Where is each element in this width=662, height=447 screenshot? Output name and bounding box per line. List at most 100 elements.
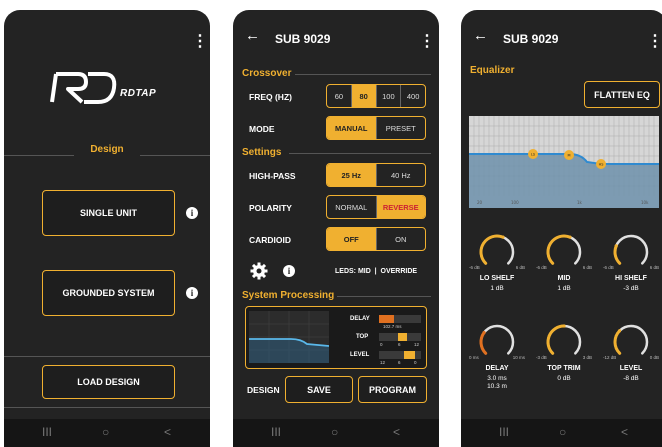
back-arrow-icon[interactable]: ← [245,28,260,43]
freq-option-selected[interactable]: 80 [351,85,377,107]
highpass-25-option[interactable]: 25 Hz [327,164,377,186]
mid-knob[interactable]: -6 dB 6 dB MID 1 dB [536,230,592,300]
design-section-title: Design [90,144,124,155]
hi-shelf-marker-label: HS [599,163,605,167]
level-knob[interactable]: -12 dB 0 dB LEVEL -8 dB [603,320,659,390]
divider [295,74,431,75]
save-button[interactable]: SAVE [285,376,353,403]
recents-icon[interactable]: III [271,425,281,439]
equalizer-section-title: Equalizer [470,65,515,76]
rdtap-logo-mark [50,72,117,104]
grounded-system-button[interactable]: GROUNDED SYSTEM [42,270,175,316]
settings-screen: ← SUB 9029 ⋮ Crossover FREQ (HZ) 60 80 1… [233,10,439,447]
lo-shelf-value: 1 dB [490,285,504,292]
polarity-normal-option[interactable]: NORMAL [327,196,377,218]
knob-max: 0 dB [649,355,659,360]
crossover-section-title: Crossover [242,68,292,79]
delay-knob[interactable]: 0 ms 10 ms DELAY 3.0 ms 10.3 m [469,320,525,390]
top-trim-knob[interactable]: -3 dB 3 dB TOP TRIM 0 dB [536,320,592,390]
back-nav-icon[interactable]: < [621,425,628,439]
freq-option[interactable]: 400 [401,85,425,107]
design-screen: ⋮ RDTAP Design SINGLE UNIT i GROUNDED SY… [4,10,210,447]
freq-option[interactable]: 60 [327,85,352,107]
delay-meter [379,315,421,323]
level-label: LEVEL [619,365,643,372]
highpass-40-option[interactable]: 40 Hz [377,164,426,186]
highpass-label: HIGH-PASS [249,171,296,181]
lo-shelf-label: LO SHELF [479,275,515,282]
lo-shelf-knob[interactable]: -6 dB 6 dB LO SHELF 1 dB [469,230,525,300]
polarity-selector: NORMAL REVERSE [326,195,426,219]
processing-panel: DELAY 102.7 ms TOP 0 6 12 LEVEL 12 6 0 [245,306,427,369]
cardioid-on-option[interactable]: ON [377,228,426,250]
highpass-selector: 25 Hz 40 Hz [326,163,426,187]
load-design-button[interactable]: LOAD DESIGN [42,365,175,399]
knob-min: 0 ms [469,355,479,360]
top-scale-max: 12 [414,342,420,347]
knob-max: 6 dB [649,265,659,270]
divider [140,155,210,156]
home-icon[interactable]: ○ [331,425,338,439]
level-label: LEVEL [350,352,370,358]
gear-icon[interactable] [250,262,268,280]
home-icon[interactable]: ○ [559,425,566,439]
mode-manual-option[interactable]: MANUAL [327,117,377,139]
delay-value: 3.0 ms [487,375,507,382]
mode-label: MODE [249,124,275,134]
android-nav-bar: III ○ < [4,419,210,447]
more-menu-icon[interactable]: ⋮ [647,34,662,50]
cardioid-off-option[interactable]: OFF [327,228,377,250]
info-icon[interactable]: i [186,287,198,299]
cardioid-label: CARDIOID [249,235,292,245]
top-label: TOP [356,334,369,340]
back-arrow-icon[interactable]: ← [473,28,488,43]
divider [4,356,210,357]
design-label: DESIGN [247,385,280,395]
hi-shelf-knob[interactable]: -6 dB 6 dB HI SHELF -3 dB [603,230,659,300]
processing-graph [249,311,329,363]
cardioid-selector: OFF ON [326,227,426,251]
single-unit-button[interactable]: SINGLE UNIT [42,190,175,236]
info-icon[interactable]: i [186,207,198,219]
hi-shelf-label: HI SHELF [615,275,647,282]
knob-max: 6 dB [582,265,592,270]
knob-max: 3 dB [582,355,592,360]
mid-label: MID [557,275,571,282]
knob-min: -3 dB [536,355,547,360]
back-nav-icon[interactable]: < [164,425,171,439]
mode-preset-option[interactable]: PRESET [377,117,426,139]
back-nav-icon[interactable]: < [393,425,400,439]
eq-graph: LS M HS 20 100 1k 10k [469,116,659,208]
divider [4,407,210,408]
logo-text: RDTAP [120,88,157,99]
hi-shelf-value: -3 dB [623,285,639,292]
app-header: ← SUB 9029 ⋮ [233,10,439,58]
home-icon[interactable]: ○ [102,425,109,439]
recents-icon[interactable]: III [42,425,52,439]
axis-tick: 10k [641,200,649,205]
knob-min: -12 dB [603,355,617,360]
polarity-label: POLARITY [249,203,292,213]
divider [337,296,431,297]
program-button[interactable]: PROGRAM [358,376,427,403]
level-value: -8 dB [623,375,639,382]
level-scale-max: 0 [414,360,417,365]
axis-tick: 20 [477,200,483,205]
flatten-eq-button[interactable]: FLATTEN EQ [584,81,660,108]
more-menu-icon[interactable]: ⋮ [192,34,208,50]
app-header: ← SUB 9029 ⋮ [461,10,662,58]
top-meter [379,333,421,341]
device-title: SUB 9029 [503,32,559,46]
recents-icon[interactable]: III [499,425,509,439]
android-nav-bar: III ○ < [233,419,439,447]
info-icon[interactable]: i [283,265,295,277]
more-menu-icon[interactable]: ⋮ [419,34,435,50]
delay-label: DELAY [485,365,509,372]
top-trim-label: TOP TRIM [547,365,581,372]
top-scale-min: 0 [380,342,383,347]
freq-label: FREQ (HZ) [249,92,292,102]
level-scale-min: 12 [380,360,386,365]
freq-selector: 60 80 100 400 [326,84,426,108]
freq-option[interactable]: 100 [377,85,402,107]
polarity-reverse-option[interactable]: REVERSE [376,196,425,218]
